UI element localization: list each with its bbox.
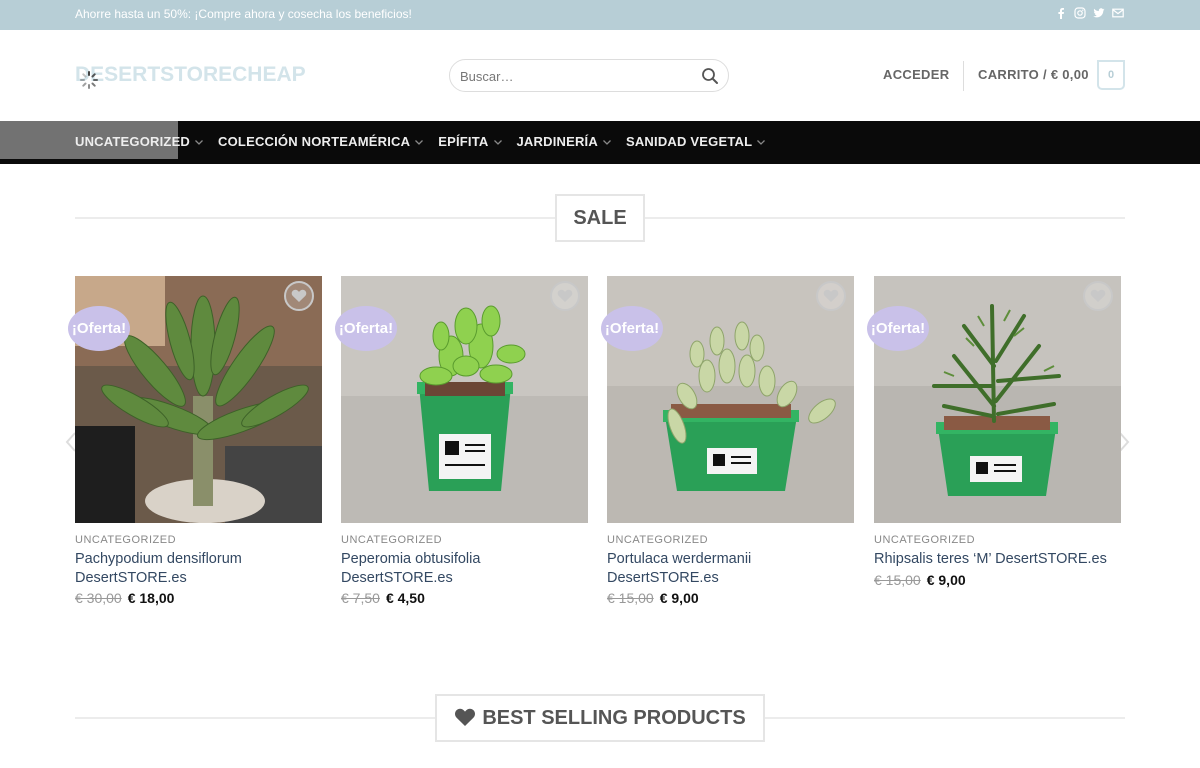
sale-price: € 18,00 (127, 590, 175, 606)
heart-icon (557, 289, 573, 302)
nav-item-coleccion-norteamerica[interactable]: COLECCIÓN NORTEAMÉRICA (218, 134, 424, 149)
product-price: € 30,00 € 18,00 (75, 590, 174, 606)
chevron-down-icon (757, 139, 766, 145)
search-box (449, 59, 729, 92)
nav-item-label: COLECCIÓN NORTEAMÉRICA (218, 134, 411, 149)
product-price: € 15,00 € 9,00 (607, 590, 699, 606)
wishlist-button[interactable] (550, 281, 580, 311)
nav-item-jardineria[interactable]: JARDINERÍA (517, 134, 612, 149)
chevron-down-icon (603, 139, 611, 145)
site-header: DESERTSTORECHEAP ACCEDER CARRITO / € 0,0… (0, 30, 1200, 121)
promo-text: Ahorre hasta un 50%: ¡Compre ahora y cos… (75, 7, 412, 21)
product-name[interactable]: Portulaca werdermanii DesertSTORE.es (607, 550, 847, 588)
facebook-icon[interactable] (1055, 7, 1067, 21)
chevron-down-icon (415, 139, 424, 145)
wishlist-button[interactable] (1083, 281, 1113, 311)
best-selling-title-label: BEST SELLING PRODUCTS (482, 707, 746, 729)
heart-icon (455, 708, 476, 726)
instagram-icon[interactable] (1074, 7, 1086, 21)
sale-badge: ¡Oferta! (68, 306, 130, 351)
cart-link[interactable]: CARRITO / € 0,00 (978, 67, 1089, 82)
old-price: € 7,50 (341, 590, 380, 606)
nav-item-label: SANIDAD VEGETAL (625, 134, 753, 149)
old-price: € 15,00 (874, 572, 921, 588)
header-divider (963, 61, 964, 91)
old-price: € 15,00 (607, 590, 654, 606)
chevron-down-icon (195, 139, 203, 145)
nav-item-epifita[interactable]: EPÍFITA (438, 134, 502, 149)
login-link[interactable]: ACCEDER (883, 67, 949, 82)
search-icon[interactable] (701, 67, 719, 85)
sale-price: € 9,00 (659, 590, 699, 606)
loading-spinner-icon (80, 71, 98, 89)
twitter-icon[interactable] (1093, 7, 1105, 21)
nav-menu: UNCATEGORIZED COLECCIÓN NORTEAMÉRICA EPÍ… (75, 134, 780, 149)
sale-price: € 9,00 (926, 572, 966, 588)
sale-badge: ¡Oferta! (335, 306, 397, 351)
sale-badge: ¡Oferta! (867, 306, 929, 351)
nav-item-label: JARDINERÍA (516, 134, 598, 149)
nav-item-sanidad-vegetal[interactable]: SANIDAD VEGETAL (626, 134, 766, 149)
wishlist-button[interactable] (284, 281, 314, 311)
product-name[interactable]: Rhipsalis teres ‘M’ DesertSTORE.es (874, 550, 1114, 569)
product-name[interactable]: Pachypodium densiflorum DesertSTORE.es (75, 550, 315, 588)
product-category[interactable]: UNCATEGORIZED (607, 534, 708, 546)
top-bar: Ahorre hasta un 50%: ¡Compre ahora y cos… (0, 0, 1200, 30)
heart-icon (1090, 289, 1106, 302)
search-input[interactable] (460, 67, 680, 85)
best-selling-section-title: BEST SELLING PRODUCTS (435, 694, 765, 742)
social-icons (1055, 7, 1124, 21)
chevron-down-icon (493, 139, 502, 145)
cart-count-badge[interactable]: 0 (1097, 60, 1125, 90)
heart-icon (823, 289, 839, 302)
sale-price: € 4,50 (385, 590, 425, 606)
email-icon[interactable] (1112, 7, 1124, 21)
main-nav: UNCATEGORIZED COLECCIÓN NORTEAMÉRICA EPÍ… (0, 121, 1200, 164)
product-name[interactable]: Peperomia obtusifolia DesertSTORE.es (341, 550, 581, 588)
nav-item-label: EPÍFITA (438, 134, 489, 149)
product-category[interactable]: UNCATEGORIZED (75, 534, 176, 546)
product-category[interactable]: UNCATEGORIZED (874, 534, 975, 546)
nav-item-label: UNCATEGORIZED (75, 134, 191, 149)
old-price: € 30,00 (75, 590, 122, 606)
product-price: € 15,00 € 9,00 (874, 572, 966, 588)
site-logo[interactable]: DESERTSTORECHEAP (75, 63, 306, 87)
sale-badge: ¡Oferta! (601, 306, 663, 351)
sale-section-title: SALE (555, 194, 645, 242)
nav-item-uncategorized[interactable]: UNCATEGORIZED (75, 134, 204, 149)
product-category[interactable]: UNCATEGORIZED (341, 534, 442, 546)
wishlist-button[interactable] (816, 281, 846, 311)
product-price: € 7,50 € 4,50 (341, 590, 425, 606)
heart-icon (291, 289, 307, 302)
